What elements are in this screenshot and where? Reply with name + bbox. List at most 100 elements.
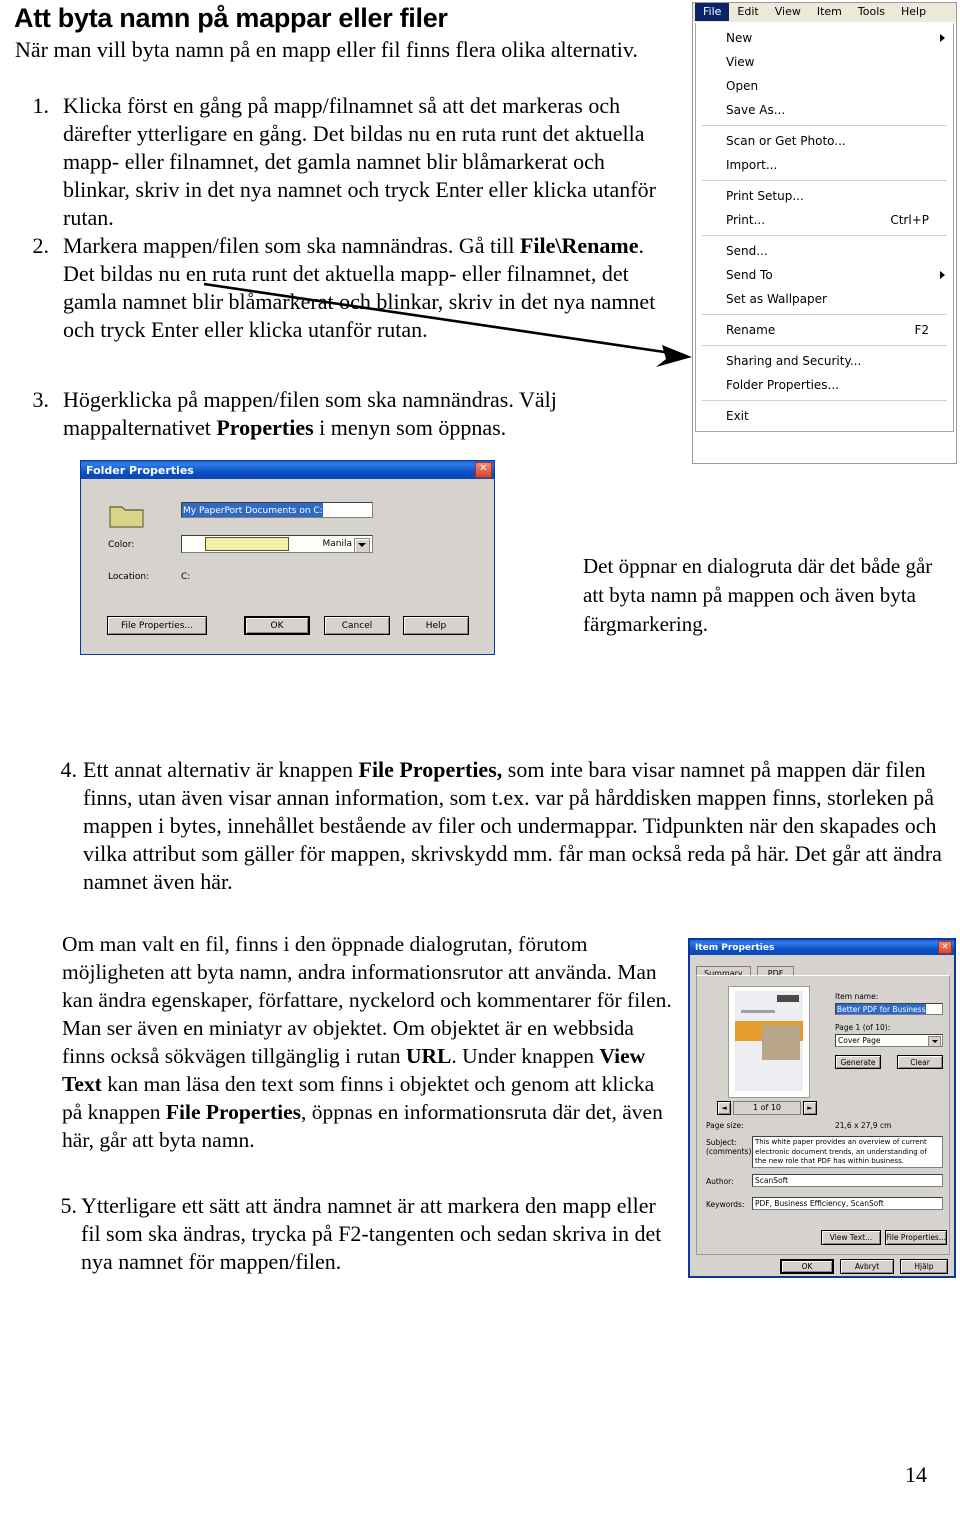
menubar-item-file[interactable]: File [695, 3, 730, 21]
folder-name-input[interactable]: My PaperPort Documents on C: [181, 502, 373, 518]
location-value: C: [181, 572, 191, 582]
prev-page-button[interactable]: ◄ [717, 1101, 731, 1115]
chevron-glyph [358, 543, 366, 547]
file-menu-screenshot: File Edit View Item Tools Help New View Op… [692, 2, 957, 464]
menu-item-save-as[interactable]: Save As... [696, 98, 953, 122]
list-item-3-text: Högerklicka på mappen/filen som ska namn… [63, 386, 670, 442]
folder-properties-dialog: Folder Properties ✕ My PaperPort Documen… [80, 460, 495, 655]
view-text-button[interactable]: View Text... [821, 1230, 881, 1245]
list-item-4: 4. Ett annat alternativ är knappen File … [43, 756, 958, 896]
menu-separator [702, 314, 947, 315]
close-icon[interactable]: ✕ [938, 941, 952, 954]
menu-item-exit[interactable]: Exit [696, 404, 953, 428]
emphasis-text: File\Rename [519, 233, 639, 258]
menubar-item-edit[interactable]: Edit [729, 3, 766, 21]
menu-separator [702, 235, 947, 236]
page-select[interactable]: Cover Page [835, 1034, 943, 1047]
menu-separator [702, 345, 947, 346]
menu-item-folder-properties[interactable]: Folder Properties... [696, 373, 953, 397]
submenu-arrow-icon [940, 34, 945, 42]
menu-item-rename[interactable]: Rename F2 [696, 318, 953, 342]
item-properties-titlebar: Item Properties ✕ [690, 940, 954, 955]
menu-item-set-as-wallpaper[interactable]: Set as Wallpaper [696, 287, 953, 311]
file-properties-button[interactable]: File Properties... [885, 1230, 947, 1245]
help-button[interactable]: Hjälp [900, 1259, 948, 1274]
ok-button[interactable]: OK [780, 1259, 834, 1274]
emphasis-text: URL [405, 1044, 452, 1068]
menubar-item-item[interactable]: Item [809, 3, 850, 21]
cancel-button[interactable]: Avbryt [840, 1259, 894, 1274]
item-name-input[interactable]: Better PDF for Business [835, 1003, 943, 1015]
author-label: Author: [706, 1177, 734, 1186]
menu-item-label: Exit [726, 409, 749, 423]
menu-item-send-to[interactable]: Send To [696, 263, 953, 287]
list-item-1-text: Klicka först en gång på mapp/filnamnet s… [63, 92, 660, 232]
cancel-button[interactable]: Cancel [324, 616, 390, 635]
item-properties-body: Summary PDF ◄ 1 of 10 ► Item name: Bette… [690, 955, 954, 1288]
page-label: Page 1 (of 10): [835, 1023, 891, 1032]
keywords-value: PDF, Business Efficiency, ScanSoft [755, 1199, 884, 1208]
chevron-glyph [932, 1040, 938, 1043]
folder-properties-titlebar: Folder Properties ✕ [81, 461, 494, 479]
folder-dialog-caption: Det öppnar en dialogruta där det både gå… [583, 554, 933, 636]
submenu-arrow-icon [940, 271, 945, 279]
menu-item-new[interactable]: New [696, 26, 953, 50]
subject-label: Subject: [706, 1138, 737, 1147]
body-text: Klicka först en gång på mapp/filnamnet s… [63, 93, 656, 230]
menu-item-label: Send... [726, 244, 768, 258]
thumbnail-headline [741, 1010, 775, 1013]
menubar-item-tools[interactable]: Tools [850, 3, 893, 21]
menu-item-import[interactable]: Import... [696, 153, 953, 177]
help-button[interactable]: Help [403, 616, 469, 635]
menubar-item-view[interactable]: View [767, 3, 809, 21]
menu-item-label: Save As... [726, 103, 786, 117]
menubar: File Edit View Item Tools Help [693, 3, 956, 22]
menu-item-label: Print... [726, 213, 766, 227]
page-number: 14 [905, 1462, 927, 1487]
generate-button[interactable]: Generate [835, 1055, 881, 1069]
menu-item-label: Folder Properties... [726, 378, 839, 392]
color-combo[interactable]: Manila [181, 535, 373, 553]
menu-item-scan-or-get-photo[interactable]: Scan or Get Photo... [696, 129, 953, 153]
next-page-button[interactable]: ► [803, 1101, 817, 1115]
clear-button[interactable]: Clear [897, 1055, 943, 1069]
list-item-1-number: 1. [32, 93, 50, 118]
subject-textarea[interactable]: This white paper provides an overview of… [752, 1136, 943, 1168]
thumbnail-page [735, 991, 803, 1091]
folder-name-value: My PaperPort Documents on C: [182, 503, 323, 517]
menu-item-label: Open [726, 79, 759, 93]
menu-item-label: Sharing and Security... [726, 354, 862, 368]
keywords-input[interactable]: PDF, Business Efficiency, ScanSoft [752, 1197, 943, 1210]
menu-item-label: View [726, 55, 755, 69]
menubar-item-help[interactable]: Help [893, 3, 934, 21]
menu-item-sharing-and-security[interactable]: Sharing and Security... [696, 349, 953, 373]
menu-item-shortcut: F2 [914, 323, 929, 337]
thumbnail-pager: ◄ 1 of 10 ► [717, 1101, 817, 1115]
ok-button[interactable]: OK [244, 616, 310, 635]
file-menu-dropdown: New View Open Save As... Scan or Get Photo..… [695, 23, 954, 432]
folder-icon [109, 506, 144, 528]
menu-item-send[interactable]: Send... [696, 239, 953, 263]
document-page: Att byta namn på mappar eller filer När … [0, 0, 960, 1513]
location-label: Location: [108, 572, 150, 582]
author-input[interactable]: ScanSoft [752, 1174, 943, 1187]
menu-separator [702, 125, 947, 126]
menu-item-print-setup[interactable]: Print Setup... [696, 184, 953, 208]
close-icon[interactable]: ✕ [475, 462, 492, 478]
menu-item-label: Print Setup... [726, 189, 804, 203]
page-size-label: Page size: [706, 1121, 744, 1130]
tabstrip: Summary PDF [696, 961, 948, 979]
list-item-4-number: 4. [60, 757, 78, 782]
thumbnail-logo [777, 995, 799, 1002]
file-properties-button[interactable]: File Properties... [107, 616, 207, 635]
body-text: Ytterligare ett sätt att ändra namnet är… [81, 1193, 662, 1274]
keywords-label: Keywords: [706, 1200, 745, 1209]
menu-item-view[interactable]: View [696, 50, 953, 74]
menu-item-print[interactable]: Print... Ctrl+P [696, 208, 953, 232]
menu-item-open[interactable]: Open [696, 74, 953, 98]
color-value: Manila [322, 539, 352, 549]
list-item-2-number: 2. [32, 233, 50, 258]
menu-item-label: New [726, 31, 753, 45]
menu-item-label: Import... [726, 158, 778, 172]
body-text: i menyn som öppnas. [313, 415, 507, 440]
